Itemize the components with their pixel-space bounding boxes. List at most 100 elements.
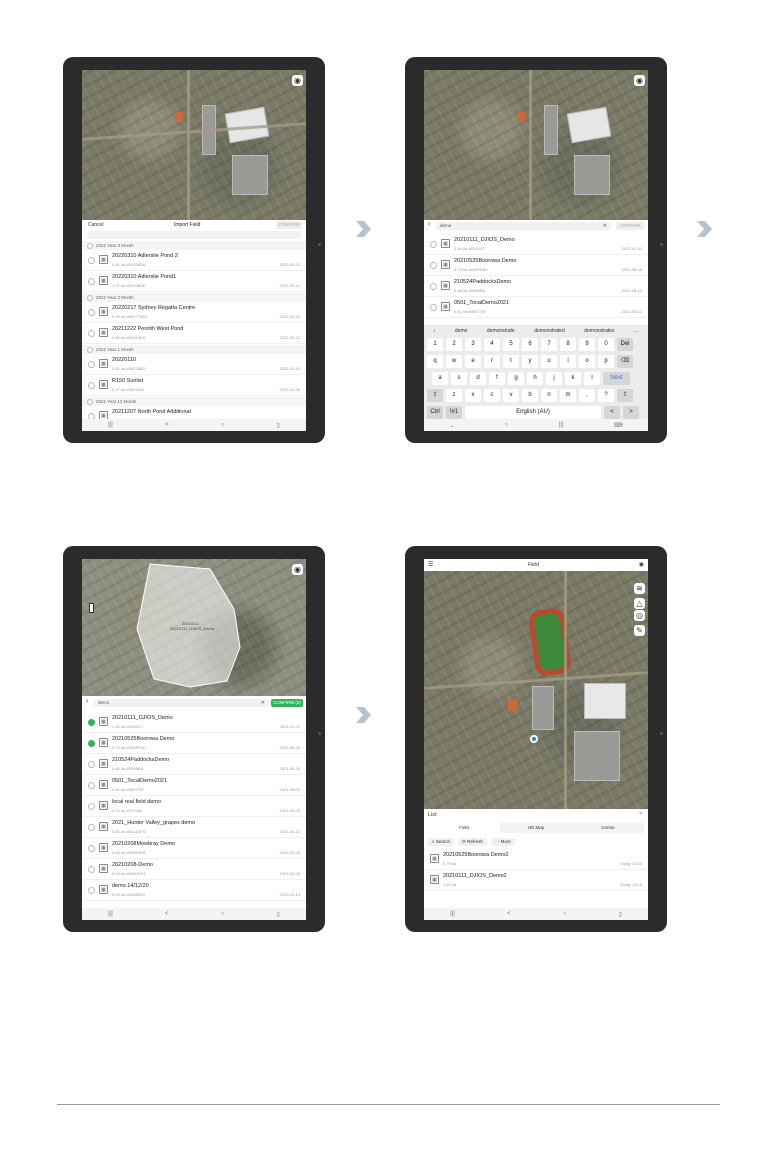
ctrl-key[interactable]: Ctrl — [427, 406, 443, 419]
close-icon[interactable]: ✕ — [639, 811, 643, 817]
key[interactable]: 7 — [541, 338, 557, 351]
home-icon[interactable]: ○ — [505, 422, 509, 428]
home-icon[interactable]: ○ — [563, 911, 567, 917]
suggestion-back-icon[interactable]: ‹ — [434, 328, 436, 334]
key[interactable]: 6 — [522, 338, 538, 351]
key[interactable]: z — [446, 389, 462, 402]
recents-icon[interactable]: ||| — [108, 422, 113, 428]
suggestion[interactable]: demonstrate — [487, 328, 515, 334]
back-icon[interactable]: < — [165, 911, 169, 917]
refresh-button[interactable]: ⟳ Refresh — [458, 838, 487, 846]
ruler-icon[interactable]: ✎ — [634, 625, 645, 636]
search-input[interactable]: demo ✕ — [94, 699, 269, 707]
list-item[interactable]: ▦ 0501_TocalDemo2021 0.41 ha #0507767 2021-… — [424, 297, 648, 318]
target-icon[interactable]: ◎ — [634, 610, 645, 621]
group-header[interactable]: 2021 Year 12 Month — [82, 397, 306, 406]
key[interactable]: 2 — [446, 338, 462, 351]
list-item[interactable]: ▦ 210524PaddocksDemo 0.48 ha #09A9B6 2021-0… — [82, 754, 306, 775]
layers-icon[interactable]: ≋ — [634, 583, 645, 594]
key[interactable]: 9 — [579, 338, 595, 351]
key[interactable]: 4 — [484, 338, 500, 351]
list-item[interactable]: ▦ R150 Sunlist 0.17 ha #0923444 2022-01-06 — [82, 375, 306, 396]
satellite-map[interactable]: ◉ — [424, 70, 648, 220]
home-icon[interactable]: ○ — [221, 911, 225, 917]
list-item[interactable]: ▦ 20210111_DJIOS_Demo 1.16 ha #0102C7 2021-… — [82, 712, 306, 733]
key[interactable]: p — [598, 355, 614, 368]
confirm-button[interactable]: CONFIRM — [276, 221, 302, 229]
satellite-map[interactable]: ≋ △ ◎ ✎ — [424, 571, 648, 809]
more-button[interactable]: ⋯ More — [490, 838, 515, 846]
key[interactable]: w — [446, 355, 462, 368]
list-item[interactable]: ▦ 2021_Hunter Valley_grapes demo 0.55 ha #… — [82, 817, 306, 838]
satellite-map[interactable]: 20210111 20210111_DJIOS_Demo ◉ — [82, 559, 306, 696]
list-item[interactable]: ▦ 210524PaddocksDemo 0.48 ha #09A9B6 2021-0… — [424, 276, 648, 297]
key[interactable]: k — [565, 372, 581, 385]
key[interactable]: a — [432, 372, 448, 385]
key[interactable]: y — [522, 355, 538, 368]
back-icon[interactable]: < — [165, 422, 169, 428]
key[interactable]: e — [465, 355, 481, 368]
key[interactable]: 5 — [503, 338, 519, 351]
apps-icon[interactable]: ▯ — [619, 911, 622, 918]
key[interactable]: 8 — [560, 338, 576, 351]
group-header[interactable]: 2022 Year 2 Month — [82, 293, 306, 302]
locate-icon[interactable]: ◉ — [634, 75, 645, 86]
key[interactable]: m — [560, 389, 576, 402]
key[interactable]: d — [470, 372, 486, 385]
recents-icon[interactable]: ||| — [450, 911, 455, 917]
list-item[interactable]: ▦ 20210208Mowbray Demo 0.08 ha #090E5E8 202… — [82, 838, 306, 859]
key[interactable]: g — [508, 372, 524, 385]
key[interactable]: o — [579, 355, 595, 368]
key[interactable]: 0 — [598, 338, 614, 351]
list-item[interactable]: ▦ local real field demo 0.33 ha #0175A6 202… — [82, 796, 306, 817]
list-item[interactable]: ▦ 20210208-Demo 0.09 ha #084FDC1 2021-02-08 — [82, 859, 306, 880]
shift-key[interactable]: ⇧ — [617, 389, 633, 402]
tab-centre[interactable]: Centre — [572, 823, 644, 833]
next-key[interactable]: Next — [603, 372, 630, 385]
cancel-button[interactable]: Cancel — [88, 222, 104, 228]
search-input[interactable] — [87, 231, 301, 239]
key[interactable]: 1 — [427, 338, 443, 351]
back-icon[interactable]: ‹ — [428, 221, 430, 228]
clear-icon[interactable]: ✕ — [603, 222, 607, 230]
space-key[interactable]: English (AU) — [465, 406, 601, 419]
symbols-key[interactable]: !#1 — [446, 406, 462, 419]
group-header[interactable]: 2022 Year 1 Month — [82, 345, 306, 354]
apps-icon[interactable]: ▯ — [277, 911, 280, 918]
key[interactable]: f — [489, 372, 505, 385]
keyboard-icon[interactable]: ⌨ — [614, 422, 623, 429]
key[interactable]: n — [541, 389, 557, 402]
list-item[interactable]: ▦ demo 14/12/20 0.09 ha #0688E63 2020-12-14 — [82, 880, 306, 901]
key[interactable]: i — [560, 355, 576, 368]
key[interactable]: v — [503, 389, 519, 402]
list-item[interactable]: ▦ 20210111_DJIOS_Demo 1.16 ha #0102C7 2021-… — [424, 234, 648, 255]
key[interactable]: u — [541, 355, 557, 368]
search-input[interactable]: demo ✕ — [436, 222, 611, 230]
key[interactable]: l — [584, 372, 600, 385]
key[interactable]: , — [579, 389, 595, 402]
backspace-key[interactable]: ⌫ — [617, 355, 633, 368]
list-item[interactable]: ▦ 20210111_DJIOS_Demo2 1.16 ha Today 15:15 — [424, 870, 648, 891]
key[interactable]: c — [484, 389, 500, 402]
key[interactable]: t — [503, 355, 519, 368]
locate-icon[interactable]: ◉ — [639, 561, 644, 568]
key[interactable]: x — [465, 389, 481, 402]
clear-icon[interactable]: ✕ — [261, 699, 265, 707]
recents-icon[interactable]: ||| — [559, 422, 564, 428]
list-item[interactable]: ▦ 0501_TocalDemo2021 0.41 ha #0507767 2021-… — [82, 775, 306, 796]
list-item[interactable]: ▦ 20220310 Adlerslie Pond1 1.27 ha #09158D… — [82, 271, 306, 292]
delete-key[interactable]: Del — [617, 338, 633, 351]
suggestion[interactable]: demo — [455, 328, 468, 334]
key[interactable]: q — [427, 355, 443, 368]
key[interactable]: r — [484, 355, 500, 368]
confirm-button[interactable]: CONFIRM (2) — [271, 699, 303, 707]
key[interactable]: 3 — [465, 338, 481, 351]
confirm-button[interactable]: CONFIRM — [616, 222, 644, 230]
group-header[interactable]: 2022 Year 3 Month — [82, 241, 306, 250]
key[interactable]: ? — [598, 389, 614, 402]
shift-key[interactable]: ⇧ — [427, 389, 443, 402]
key[interactable]: s — [451, 372, 467, 385]
draw-icon[interactable]: △ — [634, 598, 645, 609]
back-icon[interactable]: ‹ — [86, 698, 88, 705]
home-icon[interactable]: ○ — [221, 422, 225, 428]
